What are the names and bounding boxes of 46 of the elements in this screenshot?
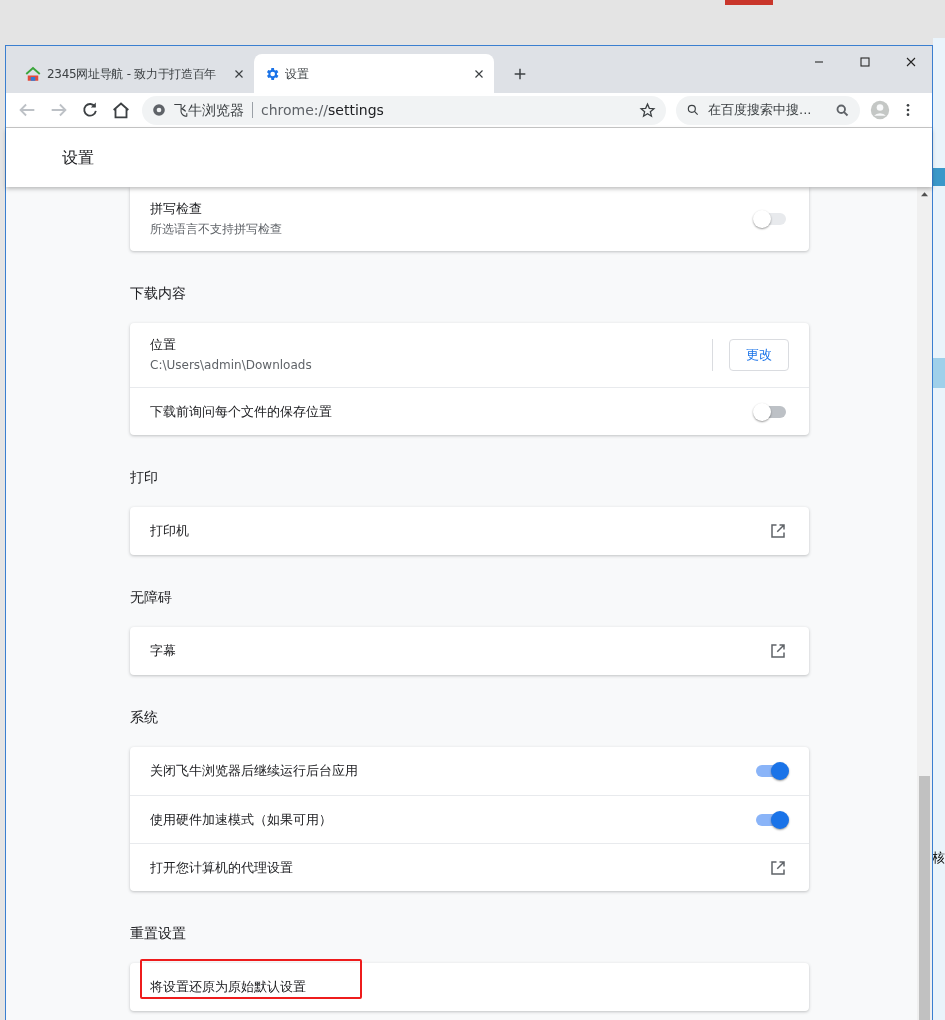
setting-label: 使用硬件加速模式（如果可用）	[150, 810, 333, 829]
tab-title: 设置	[285, 65, 310, 83]
url-text: chrome://settings	[261, 100, 385, 120]
toggle-switch[interactable]	[756, 813, 786, 826]
setting-label: 打开您计算机的代理设置	[150, 858, 294, 877]
toggle-switch[interactable]	[756, 765, 786, 777]
setting-label: 关闭飞牛浏览器后继续运行后台应用	[150, 762, 359, 780]
setting-label: 拼写检查	[150, 200, 203, 218]
external-link-icon[interactable]	[769, 522, 787, 540]
external-link-icon[interactable]	[769, 642, 787, 660]
search-icon[interactable]	[835, 102, 850, 118]
page-banner	[933, 168, 945, 186]
window-fragment	[725, 0, 773, 5]
browser-tab[interactable]: 设置	[254, 54, 494, 93]
external-link-icon[interactable]	[769, 858, 787, 877]
section-heading: 下载内容	[130, 285, 186, 301]
browser-tab[interactable]: 2345网址导航 - 致力于打造百年	[14, 54, 254, 93]
reload-icon[interactable]	[80, 100, 100, 120]
page-title: 设置	[62, 146, 94, 169]
scrollbar[interactable]	[917, 187, 932, 1020]
search-icon	[686, 103, 700, 117]
site-label: 飞牛浏览器	[174, 100, 244, 120]
change-button[interactable]: 更改	[729, 339, 789, 371]
site-icon	[152, 103, 166, 117]
section-heading: 无障碍	[130, 589, 172, 605]
setting-description: 所选语言不支持拼写检查	[150, 221, 283, 238]
section-heading: 打印	[130, 469, 158, 485]
setting-label: 位置	[150, 336, 177, 354]
section-heading: 重置设置	[130, 925, 186, 941]
toggle-switch[interactable]	[756, 405, 786, 418]
search-field[interactable]: 在百度搜索中搜...	[676, 95, 860, 125]
address-bar[interactable]: 飞牛浏览器 chrome://settings	[142, 95, 666, 125]
new-tab-icon[interactable]	[512, 66, 528, 82]
setting-label: 下载前询问每个文件的保存位置	[150, 402, 333, 421]
setting-description: C:\Users\admin\Downloads	[150, 357, 313, 374]
page-banner	[933, 358, 945, 388]
setting-label: 将设置还原为原始默认设置	[150, 978, 307, 996]
setting-label: 字幕	[150, 642, 177, 660]
search-input[interactable]: 在百度搜索中搜...	[708, 100, 827, 120]
tab-title: 2345网址导航 - 致力于打造百年	[47, 65, 218, 83]
star-icon[interactable]	[639, 101, 656, 119]
scroll-thumb[interactable]	[919, 776, 930, 1020]
section-heading: 系统	[130, 709, 158, 725]
setting-label: 打印机	[150, 522, 190, 540]
settings-icon	[264, 65, 280, 82]
house-icon	[24, 64, 42, 83]
